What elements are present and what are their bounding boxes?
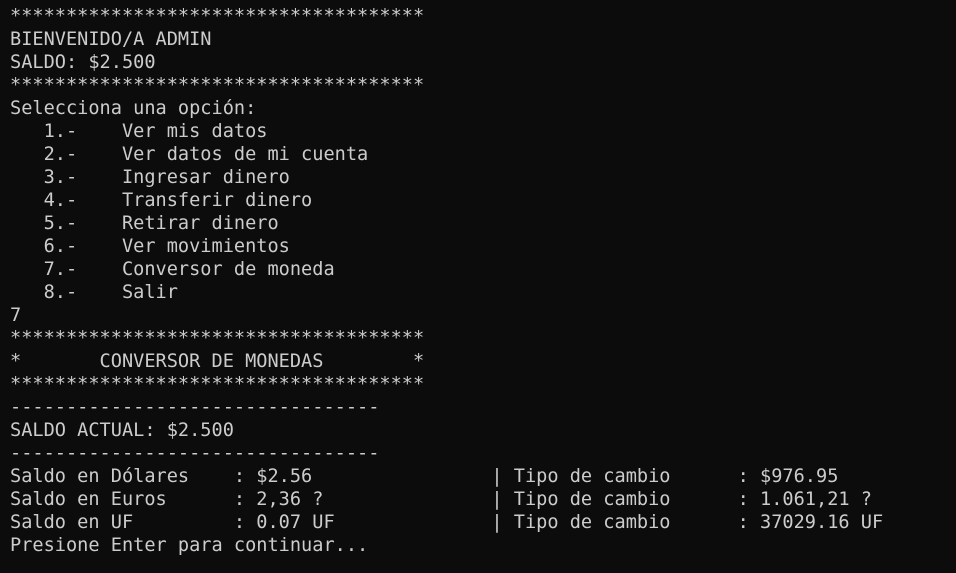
welcome-text: BIENVENIDO/A ADMIN (10, 29, 212, 50)
menu-option-5: 5.- Retirar dinero (10, 213, 279, 234)
menu-option-1: 1.- Ver mis datos (10, 121, 268, 142)
separator-line: ************************************* (10, 6, 425, 27)
user-input-echo: 7 (10, 305, 22, 326)
console-window[interactable]: ************************************* BI… (0, 0, 956, 573)
menu-option-2: 2.- Ver datos de mi cuenta (10, 144, 369, 165)
menu-option-3: 3.- Ingresar dinero (10, 167, 290, 188)
continue-prompt: Presione Enter para continuar... (10, 535, 369, 556)
eur-conversion-row: Saldo en Euros : 2,36 ? | Tipo de cambio… (10, 489, 872, 510)
separator-line: ************************************* (10, 75, 425, 96)
usd-conversion-row: Saldo en Dólares : $2.56 | Tipo de cambi… (10, 466, 839, 487)
separator-line: ************************************* (10, 328, 425, 349)
menu-option-4: 4.- Transferir dinero (10, 190, 313, 211)
dash-separator: --------------------------------- (10, 443, 380, 464)
uf-conversion-row: Saldo en UF : 0.07 UF | Tipo de cambio :… (10, 512, 884, 533)
menu-option-7: 7.- Conversor de moneda (10, 259, 335, 280)
separator-line: ************************************* (10, 374, 425, 395)
dash-separator: --------------------------------- (10, 397, 380, 418)
menu-option-6: 6.- Ver movimientos (10, 236, 290, 257)
current-balance-text: SALDO ACTUAL: $2.500 (10, 420, 234, 441)
menu-option-8: 8.- Salir (10, 282, 178, 303)
balance-text: SALDO: $2.500 (10, 52, 156, 73)
converter-title: * CONVERSOR DE MONEDAS * (10, 351, 425, 372)
menu-prompt: Selecciona una opción: (10, 98, 257, 119)
